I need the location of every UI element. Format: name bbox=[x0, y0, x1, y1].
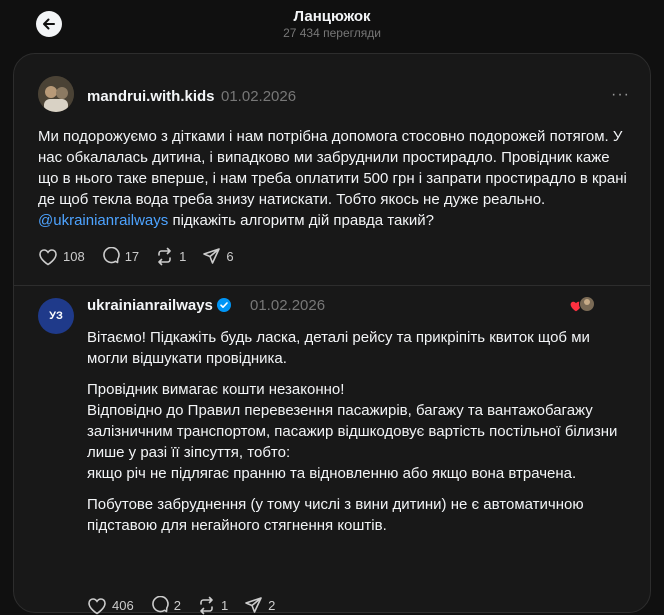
reply-line: якщо річ не підлягає пранню та відновлен… bbox=[87, 465, 577, 482]
more-options-button[interactable]: ··· bbox=[611, 86, 630, 104]
send-icon bbox=[245, 597, 262, 613]
share-button[interactable]: 6 bbox=[202, 247, 234, 266]
post-text: Ми подорожуємо з дітками і нам потрібна … bbox=[38, 128, 627, 208]
reply-body: Вітаємо! Підкажіть будь ласка, деталі ре… bbox=[87, 327, 627, 546]
author-name: ukrainianrailways bbox=[87, 297, 213, 314]
post-date[interactable]: 01.02.2026 bbox=[221, 88, 296, 105]
reply-line: Провідник вимагає кошти незаконно! bbox=[87, 381, 345, 398]
avatar[interactable]: УЗ bbox=[38, 298, 74, 334]
avatar[interactable] bbox=[38, 76, 74, 112]
reply-count: 2 bbox=[173, 598, 181, 613]
post-author[interactable]: mandrui.with.kids bbox=[87, 88, 215, 105]
uz-logo-icon: УЗ bbox=[49, 310, 63, 322]
reply-line: Відповідно до Правил перевезення пасажир… bbox=[87, 402, 618, 461]
action-bar: 108 17 1 6 bbox=[38, 247, 250, 266]
repost-count: 1 bbox=[220, 598, 229, 613]
share-count: 2 bbox=[268, 598, 276, 613]
liked-by-author-indicator bbox=[570, 296, 596, 316]
view-count: 27 434 перегляди bbox=[283, 26, 381, 40]
repost-icon bbox=[158, 247, 171, 266]
repost-button[interactable]: 1 bbox=[155, 247, 186, 266]
post-date[interactable]: 01.02.2026 bbox=[250, 297, 325, 314]
mention-link[interactable]: @ukrainianrailways bbox=[38, 212, 168, 229]
share-count: 6 bbox=[226, 249, 234, 264]
like-button[interactable]: 108 bbox=[38, 248, 85, 266]
post-divider bbox=[14, 285, 650, 286]
like-button[interactable]: 406 bbox=[87, 597, 134, 615]
share-button[interactable]: 2 bbox=[244, 596, 275, 615]
reply-button[interactable]: 2 bbox=[150, 596, 181, 615]
more-icon: ··· bbox=[611, 86, 630, 103]
send-icon bbox=[203, 248, 221, 264]
reply-paragraph: Побутове забруднення (у тому числі з вин… bbox=[87, 496, 584, 534]
post-body: Ми подорожуємо з дітками і нам потрібна … bbox=[38, 126, 632, 231]
verified-badge-icon bbox=[216, 298, 231, 312]
like-count: 406 bbox=[112, 598, 134, 613]
repost-button[interactable]: 1 bbox=[197, 596, 228, 615]
post-text-tail: підкажіть алгоритм дій правда такий? bbox=[168, 212, 434, 229]
repost-icon bbox=[200, 596, 213, 615]
thread-card: mandrui.with.kids 01.02.2026 ··· Ми подо… bbox=[13, 53, 651, 615]
comment-icon bbox=[151, 596, 169, 613]
reply-count: 17 bbox=[124, 249, 140, 264]
reply-paragraph: Вітаємо! Підкажіть будь ласка, деталі ре… bbox=[87, 329, 590, 367]
post-author[interactable]: ukrainianrailways bbox=[87, 297, 231, 314]
reply-button[interactable]: 17 bbox=[101, 247, 139, 266]
comment-icon bbox=[102, 247, 120, 264]
action-bar: 406 2 1 2 bbox=[87, 596, 291, 615]
repost-count: 1 bbox=[179, 249, 187, 264]
mini-avatar-icon bbox=[579, 296, 595, 312]
top-bar: Ланцюжок 27 434 перегляди bbox=[0, 0, 664, 52]
profile-photo-icon bbox=[38, 76, 74, 112]
heart-icon bbox=[39, 248, 57, 265]
page-title: Ланцюжок bbox=[293, 8, 371, 25]
like-count: 108 bbox=[63, 249, 85, 264]
heart-icon bbox=[88, 597, 106, 614]
reply-paragraph: Провідник вимагає кошти незаконно! Відпов… bbox=[87, 379, 627, 484]
